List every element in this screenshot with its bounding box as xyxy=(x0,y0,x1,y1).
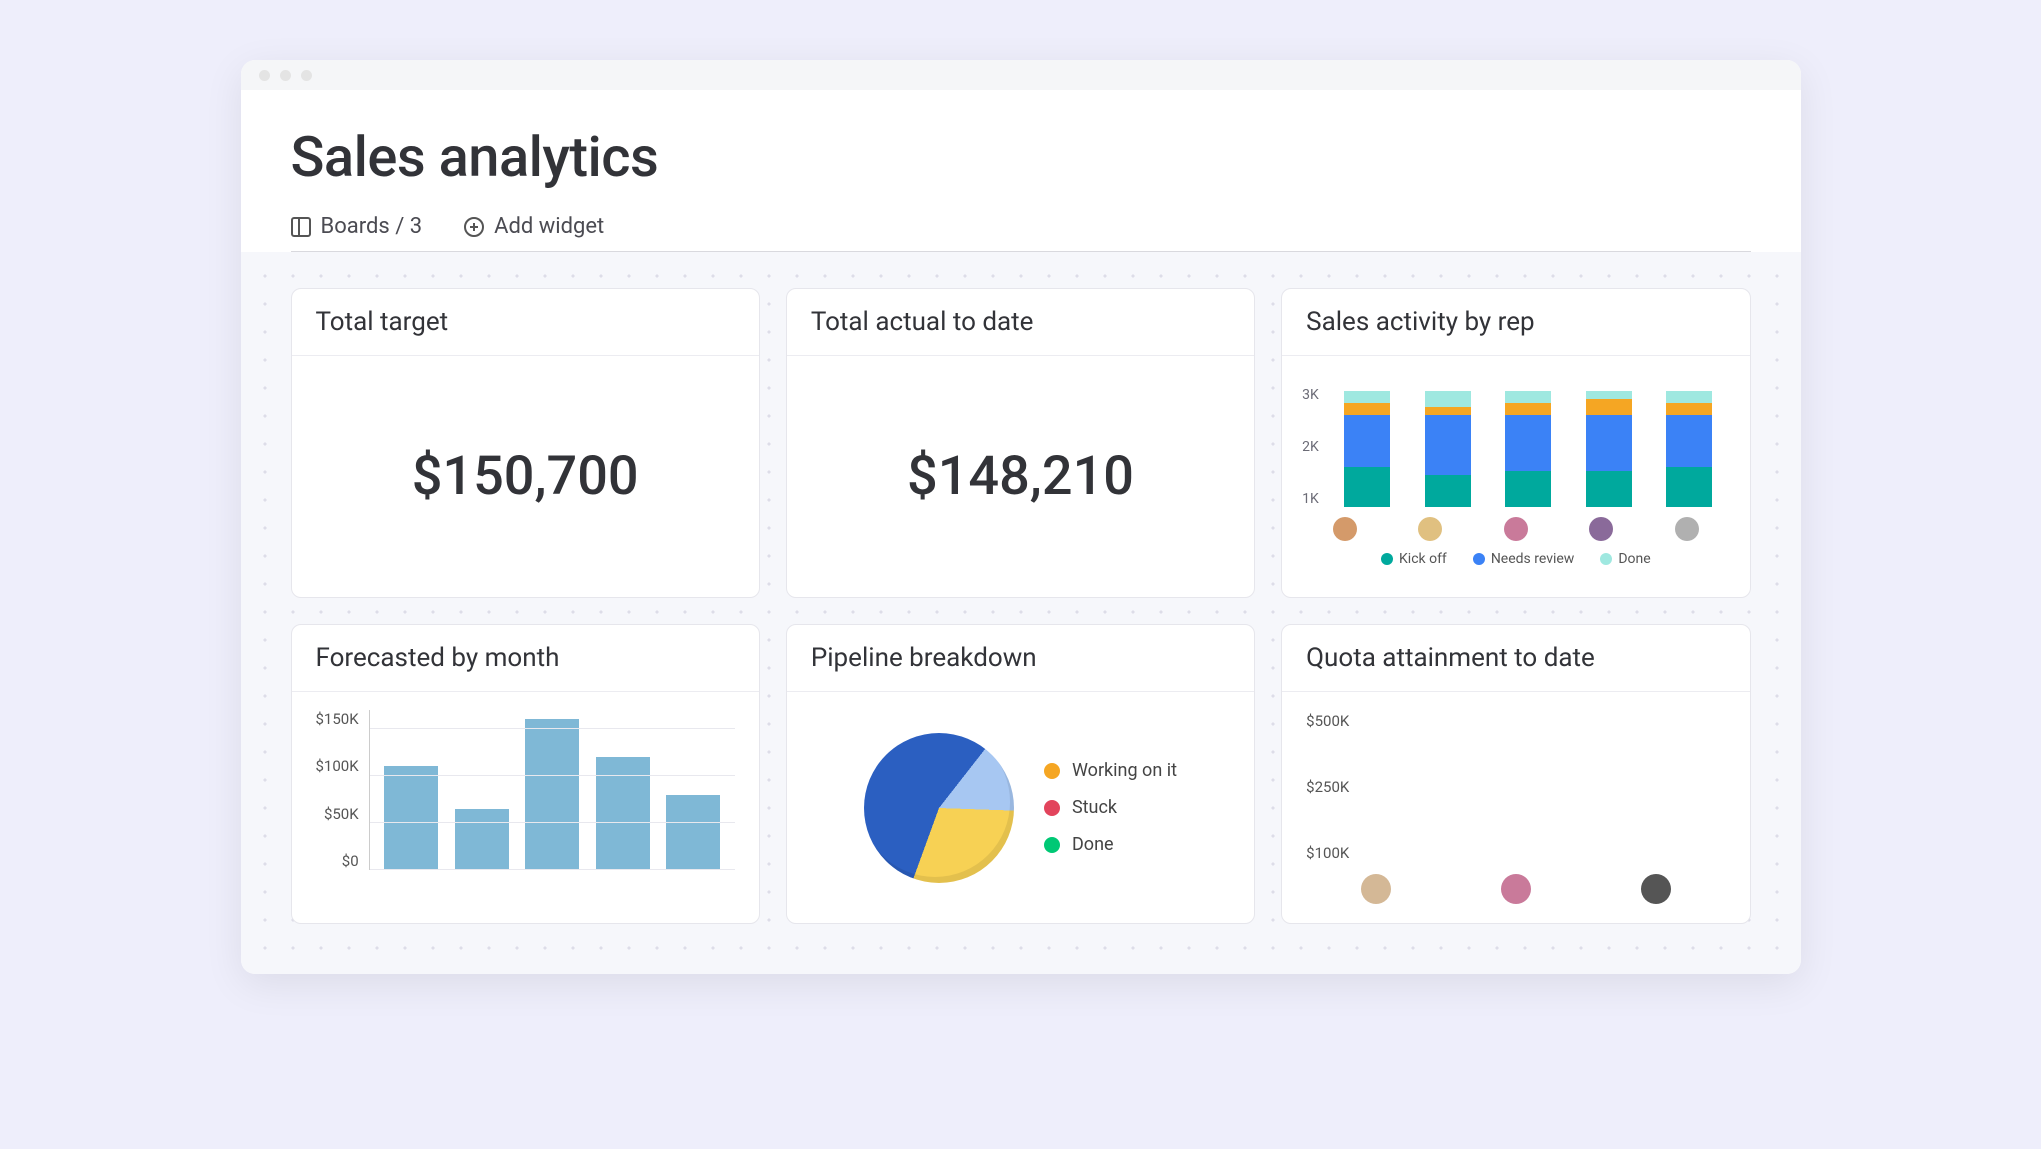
ytick: $50K xyxy=(316,805,359,823)
avatar xyxy=(1418,517,1442,541)
card-sales-activity[interactable]: Sales activity by rep 3K 2K 1K xyxy=(1281,288,1750,598)
card-title: Total target xyxy=(292,289,759,356)
legend-stuck: Stuck xyxy=(1072,797,1117,818)
stacked-bar-chart: 3K 2K 1K Kick off Needs review Done xyxy=(1302,387,1729,567)
stacked-bar xyxy=(1425,387,1471,507)
add-widget-button[interactable]: Add widget xyxy=(464,214,604,239)
stacked-bar xyxy=(1586,387,1632,507)
rep-avatars xyxy=(1306,874,1725,904)
ytick: 3K xyxy=(1302,387,1319,403)
rep-avatars xyxy=(1302,517,1729,541)
legend-needs: Needs review xyxy=(1491,551,1575,567)
avatar xyxy=(1641,874,1671,904)
widget-row: Forecasted by month $150K $100K $50K $0 xyxy=(291,624,1751,924)
avatar xyxy=(1361,874,1391,904)
y-axis: 3K 2K 1K xyxy=(1302,387,1327,507)
boards-label: Boards / 3 xyxy=(321,214,423,239)
bar-segment xyxy=(1425,391,1471,407)
forecast-bar xyxy=(455,809,509,870)
card-quota[interactable]: Quota attainment to date $500K $250K $10… xyxy=(1281,624,1750,924)
bar-segment xyxy=(1586,399,1632,415)
window-dot xyxy=(301,70,312,81)
pie-legend: Working on it Stuck Done xyxy=(1044,760,1177,855)
stacked-bar xyxy=(1344,387,1390,507)
avatar xyxy=(1589,517,1613,541)
window-dot xyxy=(280,70,291,81)
forecast-bar xyxy=(525,719,579,870)
bar-segment xyxy=(1344,403,1390,415)
bar-segment xyxy=(1425,475,1471,507)
ytick: $100K xyxy=(316,757,359,775)
bar-segment xyxy=(1505,471,1551,507)
avatar xyxy=(1501,874,1531,904)
widget-row: Total target $150,700 Total actual to da… xyxy=(291,288,1751,598)
bar-segment xyxy=(1666,415,1712,467)
bar-segment xyxy=(1344,467,1390,507)
ytick: $250K xyxy=(1306,778,1349,796)
pie-chart: Working on it Stuck Done xyxy=(811,733,1230,883)
card-title: Sales activity by rep xyxy=(1282,289,1749,356)
add-widget-label: Add widget xyxy=(494,214,604,239)
bar-segment xyxy=(1344,415,1390,467)
y-axis: $150K $100K $50K $0 xyxy=(316,710,369,870)
avatar xyxy=(1675,517,1699,541)
bar-segment xyxy=(1586,391,1632,399)
legend-done: Done xyxy=(1072,834,1114,855)
ytick: $500K xyxy=(1306,712,1349,730)
y-axis: $500K $250K $100K xyxy=(1306,712,1359,862)
ytick: 1K xyxy=(1302,491,1319,507)
card-title: Quota attainment to date xyxy=(1282,625,1749,692)
legend-working: Working on it xyxy=(1072,760,1177,781)
bar-segment xyxy=(1425,415,1471,475)
card-title: Total actual to date xyxy=(787,289,1254,356)
bar-segment xyxy=(1666,403,1712,415)
boards-button[interactable]: Boards / 3 xyxy=(291,214,423,239)
stacked-bar xyxy=(1666,387,1712,507)
forecast-bar xyxy=(666,795,720,870)
bar-segment xyxy=(1425,407,1471,415)
card-total-actual[interactable]: Total actual to date $148,210 xyxy=(786,288,1255,598)
card-total-target[interactable]: Total target $150,700 xyxy=(291,288,760,598)
avatar xyxy=(1333,517,1357,541)
avatar xyxy=(1504,517,1528,541)
bar-segment xyxy=(1586,471,1632,507)
card-forecast[interactable]: Forecasted by month $150K $100K $50K $0 xyxy=(291,624,760,924)
window-dot xyxy=(259,70,270,81)
ytick: $0 xyxy=(316,852,359,870)
total-target-value: $150,700 xyxy=(412,445,639,508)
bar-segment xyxy=(1586,415,1632,471)
forecast-bar-chart: $150K $100K $50K $0 xyxy=(316,710,735,905)
card-pipeline[interactable]: Pipeline breakdown Working on it Stuck D… xyxy=(786,624,1255,924)
window-titlebar xyxy=(241,60,1801,90)
card-title: Forecasted by month xyxy=(292,625,759,692)
ytick: 2K xyxy=(1302,439,1319,455)
total-actual-value: $148,210 xyxy=(907,445,1134,508)
page-title: Sales analytics xyxy=(291,124,1751,190)
quota-bar-chart: $500K $250K $100K xyxy=(1306,712,1725,904)
plus-icon xyxy=(464,217,484,237)
bar-segment xyxy=(1666,391,1712,403)
bar-segment xyxy=(1505,391,1551,403)
card-title: Pipeline breakdown xyxy=(787,625,1254,692)
ytick: $150K xyxy=(316,710,359,728)
bar-segment xyxy=(1505,415,1551,471)
dashboard-canvas: Total target $150,700 Total actual to da… xyxy=(241,252,1801,974)
pie-graphic xyxy=(864,733,1014,883)
legend-kick: Kick off xyxy=(1399,551,1447,567)
boards-icon xyxy=(291,217,311,237)
ytick: $100K xyxy=(1306,844,1349,862)
page-header: Sales analytics ••• Boards / 3 Add widge… xyxy=(241,90,1801,252)
toolbar: Boards / 3 Add widget xyxy=(291,214,1751,252)
chart-legend: Kick off Needs review Done xyxy=(1302,551,1729,567)
legend-done: Done xyxy=(1618,551,1650,567)
forecast-bar xyxy=(384,766,438,870)
bar-segment xyxy=(1666,467,1712,507)
stacked-bar xyxy=(1505,387,1551,507)
bar-segment xyxy=(1344,391,1390,403)
app-window: Sales analytics ••• Boards / 3 Add widge… xyxy=(241,60,1801,974)
bar-segment xyxy=(1505,403,1551,415)
